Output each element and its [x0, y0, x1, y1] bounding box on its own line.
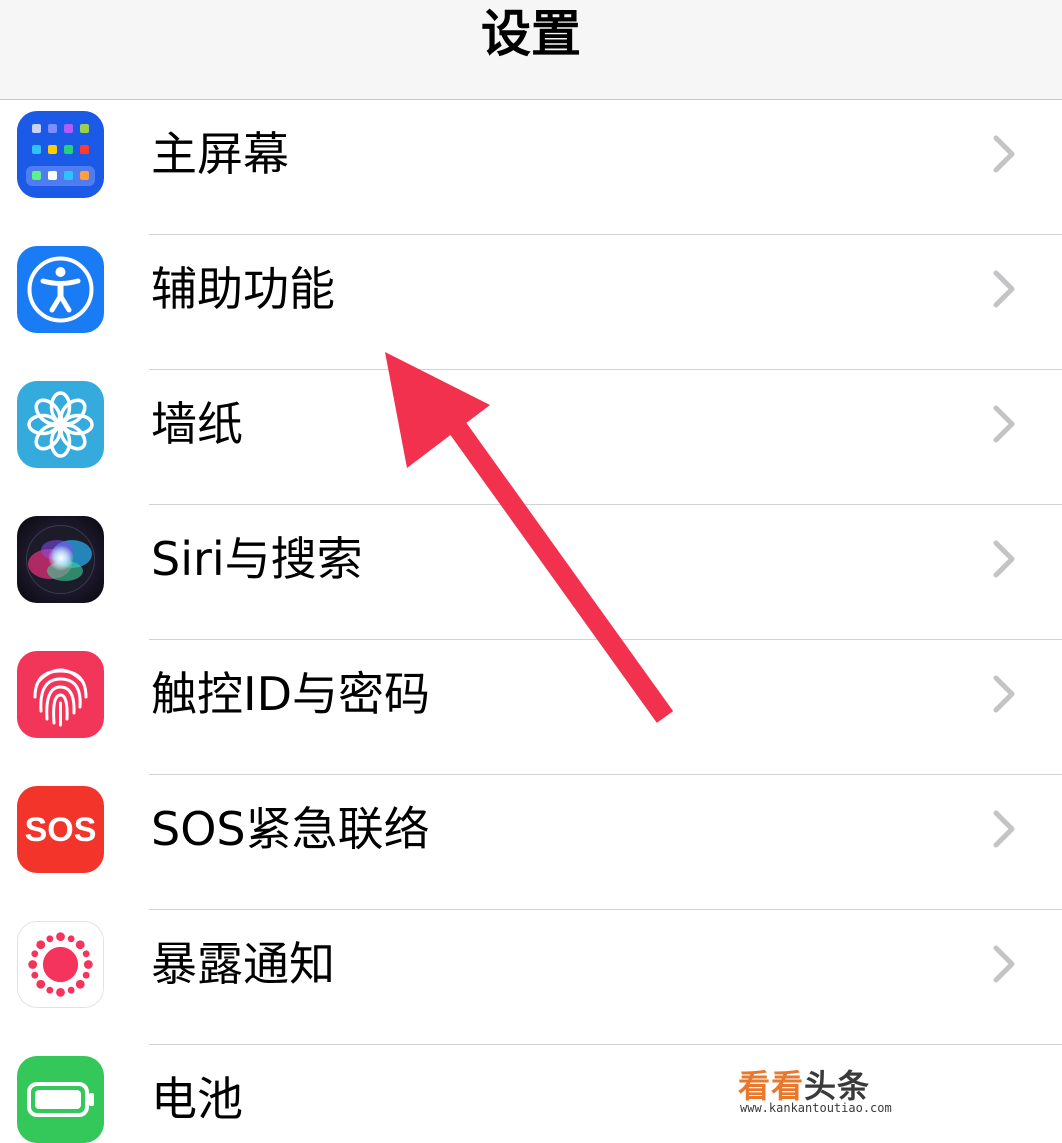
siri-icon — [17, 516, 104, 603]
settings-item-wallpaper[interactable]: 墙纸 — [0, 370, 1062, 505]
settings-item-label: 触控ID与密码 — [151, 667, 430, 721]
accessibility-icon — [17, 246, 104, 333]
watermark-url: www.kankantoutiao.com — [740, 1101, 892, 1115]
watermark-brand-b: 头条 — [804, 1067, 871, 1105]
settings-item-siri-search[interactable]: Siri与搜索 — [0, 505, 1062, 640]
settings-item-touch-id-passcode[interactable]: 触控ID与密码 — [0, 640, 1062, 775]
settings-item-label: 墙纸 — [151, 397, 243, 451]
settings-item-label: 主屏幕 — [151, 127, 289, 181]
chevron-right-icon — [990, 134, 1018, 178]
watermark-brand: 看看头条 — [738, 1068, 870, 1104]
battery-icon — [17, 1056, 104, 1143]
chevron-right-icon — [990, 674, 1018, 718]
settings-item-exposure-notifications[interactable]: 暴露通知 — [0, 910, 1062, 1045]
settings-item-emergency-sos[interactable]: SOS SOS紧急联络 — [0, 775, 1062, 910]
settings-item-home-screen[interactable]: 主屏幕 — [0, 100, 1062, 235]
page-title: 设置 — [481, 5, 581, 63]
watermark-brand-a: 看看 — [738, 1067, 805, 1105]
navigation-bar: 设置 — [0, 0, 1062, 100]
exposure-notification-icon — [17, 921, 104, 1008]
settings-item-label: Siri与搜索 — [151, 532, 363, 586]
settings-item-accessibility[interactable]: 辅助功能 — [0, 235, 1062, 370]
watermark: 看看头条 www.kankantoutiao.com — [738, 1068, 938, 1118]
chevron-right-icon — [990, 944, 1018, 988]
chevron-right-icon — [990, 539, 1018, 583]
wallpaper-flower-icon — [17, 381, 104, 468]
settings-item-label: 辅助功能 — [151, 262, 335, 316]
sos-icon: SOS — [17, 786, 104, 873]
sos-icon-text: SOS — [25, 811, 97, 849]
settings-item-label: 暴露通知 — [151, 937, 335, 991]
fingerprint-icon — [17, 651, 104, 738]
chevron-right-icon — [990, 809, 1018, 853]
chevron-right-icon — [990, 404, 1018, 448]
settings-item-label: SOS紧急联络 — [151, 802, 430, 856]
settings-screen: 设置 主屏幕 辅助功能 墙纸 Siri与搜索 触控ID与密码 SOS SOS紧急… — [0, 0, 1062, 1143]
settings-item-label: 电池 — [151, 1072, 243, 1126]
chevron-right-icon — [990, 269, 1018, 313]
home-screen-icon — [17, 111, 104, 198]
